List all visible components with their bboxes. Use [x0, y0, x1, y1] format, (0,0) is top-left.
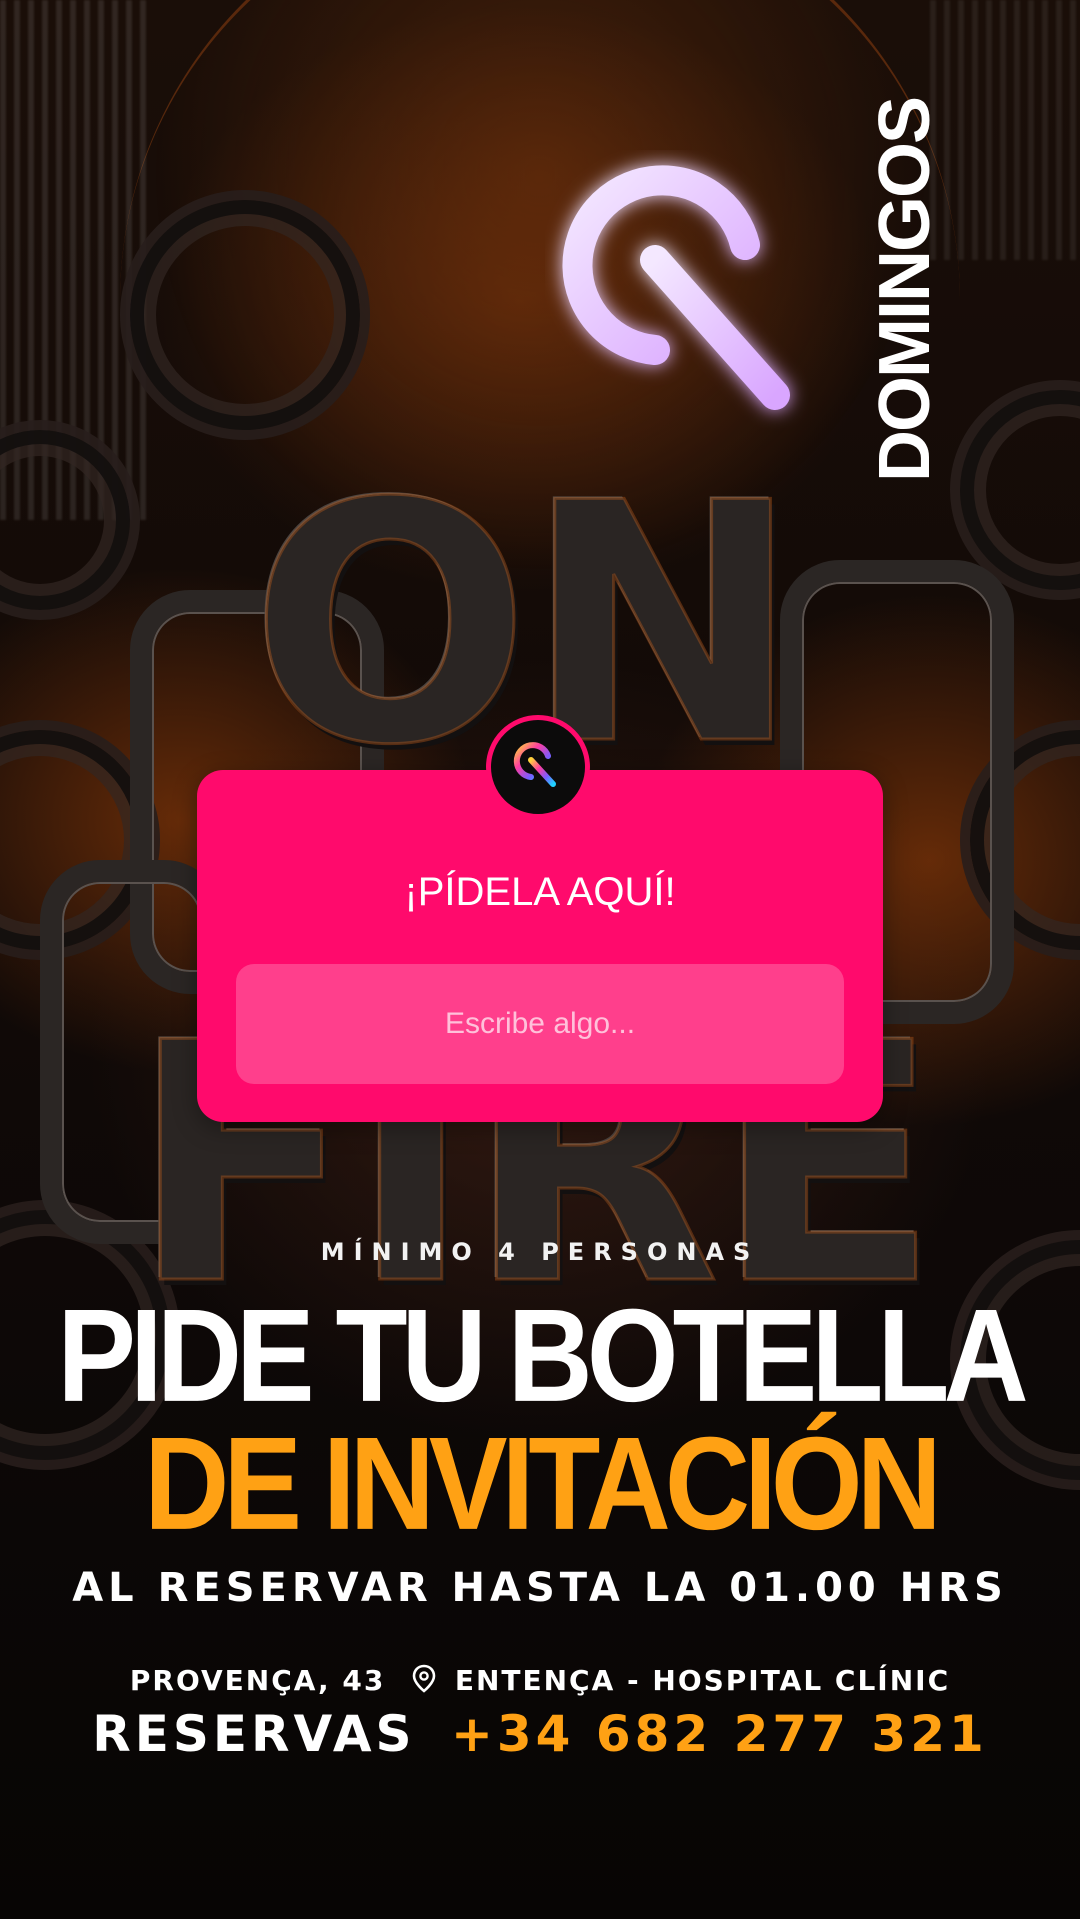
question-sticker-title: ¡PÍDELA AQUÍ!	[404, 870, 676, 914]
brand-wordmark-text: DOMINGOS	[865, 97, 945, 483]
address-row: PROVENÇA, 43 ENTENÇA - HOSPITAL CLÍNIC	[0, 1664, 1080, 1697]
brand-wordmark: DOMINGOS	[860, 98, 950, 482]
area-text: ENTENÇA - HOSPITAL CLÍNIC	[454, 1664, 951, 1697]
brand-avatar	[486, 715, 590, 819]
stage-light-right	[930, 0, 1080, 260]
story-canvas: ON FIRE DOMINGOS ¡PÍDELA AQUÍ! Escribe a…	[0, 0, 1080, 1919]
headline-line-1: PIDE TU BOTELLA	[57, 1282, 1028, 1430]
phone-number[interactable]: +34 682 277 321	[451, 1705, 988, 1763]
headline-line-2: DE INVITACIÓN	[144, 1410, 942, 1558]
question-sticker[interactable]: ¡PÍDELA AQUÍ!	[197, 770, 883, 1122]
reservation-condition: AL RESERVAR HASTA LA 01.00 HRS	[72, 1565, 1008, 1611]
speaker-decoration	[120, 190, 370, 440]
reservations-row: RESERVAS +34 682 277 321	[0, 1705, 1080, 1763]
map-pin-icon	[412, 1664, 436, 1693]
address-text: PROVENÇA, 43	[129, 1664, 386, 1697]
neon-circle-arrow-logo-icon	[562, 165, 790, 410]
minimum-people-label: MÍNIMO 4 PERSONAS	[320, 1238, 760, 1266]
reservations-label: RESERVAS	[92, 1705, 416, 1763]
question-answer-input[interactable]	[236, 964, 844, 1084]
brand-logo-icon	[513, 742, 556, 787]
